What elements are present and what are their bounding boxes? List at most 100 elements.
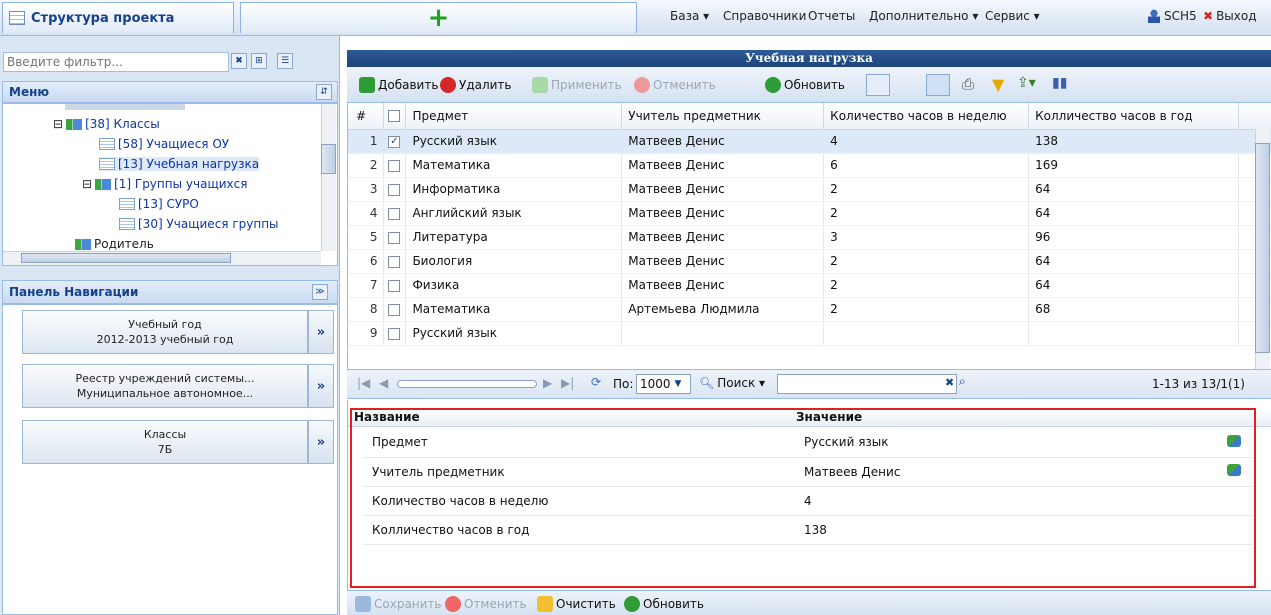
row-checkbox[interactable] [383, 225, 407, 250]
user-menu[interactable]: SCH5 [1148, 9, 1197, 23]
tree-item-parent[interactable]: Родитель [75, 237, 154, 251]
tree-vscroll-thumb[interactable] [321, 144, 336, 174]
menu-service[interactable]: Сервис ▾ [985, 9, 1040, 23]
cell-hours-year: 64 [1028, 273, 1240, 298]
col-subject[interactable]: Предмет [405, 103, 623, 130]
add-button[interactable]: Добавить [359, 77, 438, 93]
table-row[interactable]: 7 Физика Матвеев Денис 2 64 [348, 273, 1271, 298]
row-checkbox[interactable] [383, 273, 407, 298]
col-hours-week[interactable]: Количество часов в неделю [823, 103, 1030, 130]
cancel-button[interactable]: Отменить [634, 77, 716, 93]
checkbox[interactable] [388, 279, 401, 292]
insert-row-icon[interactable] [926, 74, 950, 96]
checkbox[interactable]: ✓ [388, 135, 401, 148]
checkbox[interactable] [388, 303, 401, 316]
reload-icon[interactable]: ⟳ [591, 375, 601, 389]
filter-icon[interactable]: ▼ [992, 75, 1004, 94]
list-view-icon[interactable]: ☰ [277, 53, 293, 69]
tree-item-groups[interactable]: ⊟ [1] Группы учащихся [82, 177, 247, 191]
save-button[interactable]: Сохранить [355, 596, 442, 612]
table-row[interactable]: 3 Информатика Матвеев Денис 2 64 [348, 177, 1271, 202]
prev-page-icon[interactable]: ◀ [379, 376, 388, 390]
select-all-checkbox[interactable] [388, 110, 401, 123]
clear-button[interactable]: Очистить [537, 596, 616, 612]
menu-additional[interactable]: Дополнительно ▾ [869, 9, 978, 23]
chart-icon[interactable]: ▮▮ [1052, 75, 1067, 91]
checkbox[interactable] [388, 327, 401, 340]
nav-button-registry[interactable]: Реестр учреждений системы... Муниципально… [22, 364, 308, 408]
last-page-icon[interactable]: ▶| [561, 376, 574, 390]
row-checkbox[interactable] [383, 297, 407, 322]
row-number: 2 [348, 153, 385, 178]
col-teacher[interactable]: Учитель предметник [621, 103, 825, 130]
checkbox[interactable] [388, 159, 401, 172]
table-view-icon[interactable] [866, 74, 890, 96]
col-menu[interactable] [1238, 103, 1271, 130]
tree-item-suro[interactable]: [13] СУРО [119, 197, 199, 211]
collapse-menu-icon[interactable]: ⇵ [316, 84, 332, 100]
search-input[interactable] [777, 374, 957, 394]
exit-button[interactable]: ✖ Выход [1203, 9, 1257, 23]
cell-hours-year: 169 [1028, 153, 1240, 178]
row-checkbox[interactable] [383, 249, 407, 274]
nav-button-school-year[interactable]: Учебный год 2012-2013 учебный год [22, 310, 308, 354]
col-select-all[interactable] [383, 103, 407, 130]
row-checkbox[interactable] [383, 321, 407, 346]
refresh-button[interactable]: Обновить [765, 77, 845, 93]
plus-icon: + [427, 3, 450, 33]
print-icon[interactable]: ⎙ [956, 74, 980, 96]
nav-arrow-registry[interactable]: » [308, 364, 334, 408]
checkbox[interactable] [388, 255, 401, 268]
first-page-icon[interactable]: |◀ [357, 376, 370, 390]
menu-reports[interactable]: Отчеты [808, 9, 855, 23]
apply-button[interactable]: Применить [532, 77, 622, 93]
cell-teacher: Матвеев Денис [621, 177, 825, 202]
clear-filter-icon[interactable]: ✖ [231, 53, 247, 69]
menu-base[interactable]: База ▾ [670, 9, 709, 23]
edit-form-icon[interactable] [896, 74, 920, 96]
delete-button[interactable]: Удалить [440, 77, 512, 93]
tree-item-workload[interactable]: [13] Учебная нагрузка [99, 157, 260, 171]
grid-vscroll-thumb[interactable] [1255, 143, 1270, 353]
clear-search-icon[interactable]: ✖ [945, 376, 954, 389]
search-go-icon[interactable]: ⌕ [959, 374, 966, 389]
nav-button-classes[interactable]: Классы 7Б [22, 420, 308, 464]
table-row[interactable]: 2 Математика Матвеев Денис 6 169 [348, 153, 1271, 178]
checkbox[interactable] [388, 231, 401, 244]
tab-project-structure[interactable]: Структура проекта [2, 2, 234, 33]
next-page-icon[interactable]: ▶ [543, 376, 552, 390]
user-icon [1148, 9, 1160, 23]
export-icon[interactable]: ⇪▾ [1017, 75, 1036, 91]
table-row[interactable]: 4 Английский язык Матвеев Денис 2 64 [348, 201, 1271, 226]
row-checkbox[interactable] [383, 177, 407, 202]
search-mode-button[interactable]: 🔍︎ Поиск ▾ [699, 376, 765, 390]
nav-arrow-classes[interactable]: » [308, 420, 334, 464]
tree-item-students[interactable]: [58] Учащиеся ОУ [99, 137, 229, 151]
tree-vscrollbar[interactable] [321, 104, 336, 251]
row-checkbox[interactable] [383, 153, 407, 178]
table-row[interactable]: 5 Литература Матвеев Денис 3 96 [348, 225, 1271, 250]
table-row[interactable]: 6 Биология Матвеев Денис 2 64 [348, 249, 1271, 274]
col-number[interactable]: # [348, 103, 385, 130]
tree-hscroll-thumb[interactable] [21, 253, 231, 263]
table-row[interactable]: 1 ✓ Русский язык Матвеев Денис 4 138 [348, 129, 1271, 154]
form-refresh-button[interactable]: Обновить [624, 596, 704, 612]
menu-references[interactable]: Справочники [723, 9, 806, 23]
form-cancel-button[interactable]: Отменить [445, 596, 527, 612]
table-row[interactable]: 8 Математика Артемьева Людмила 2 68 [348, 297, 1271, 322]
page-slider[interactable] [397, 380, 537, 388]
expand-tree-icon[interactable]: ⊞ [251, 53, 267, 69]
checkbox[interactable] [388, 207, 401, 220]
filter-input[interactable] [3, 52, 229, 72]
col-hours-year[interactable]: Колличество часов в год [1028, 103, 1240, 130]
nav-arrow-school-year[interactable]: » [308, 310, 334, 354]
collapse-nav-icon[interactable]: ≫ [312, 284, 328, 300]
checkbox[interactable] [388, 183, 401, 196]
row-checkbox[interactable] [383, 201, 407, 226]
add-tab-button[interactable]: + [240, 2, 637, 33]
tree-item-classes[interactable]: ⊟ [38] Классы [53, 117, 160, 131]
tree-item-group-students[interactable]: [30] Учащиеся группы [119, 217, 279, 231]
table-row[interactable]: 9 Русский язык [348, 321, 1271, 346]
per-page-select[interactable]: 1000 ▼ [636, 374, 691, 394]
row-checkbox[interactable]: ✓ [383, 129, 407, 154]
